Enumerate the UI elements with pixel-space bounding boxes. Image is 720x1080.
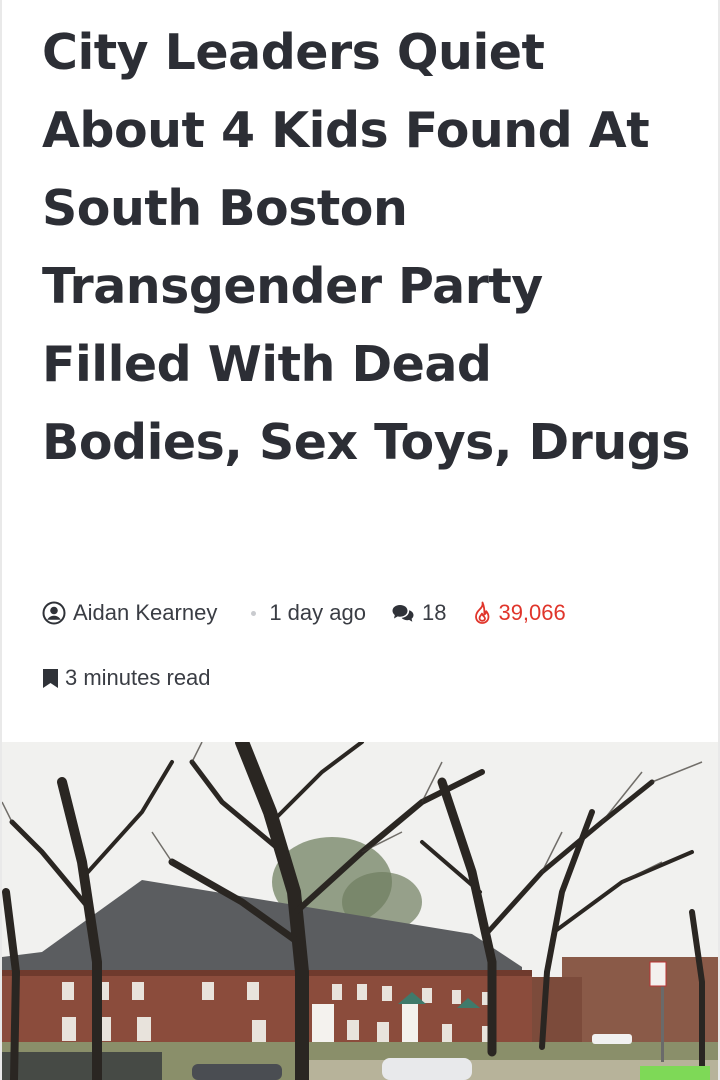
read-time: 3 minutes read (42, 662, 211, 694)
article-title: City Leaders Quiet About 4 Kids Found At… (42, 24, 690, 471)
comments-link[interactable]: 18 (391, 600, 446, 626)
article-page: City Leaders Quiet About 4 Kids Found At… (0, 0, 720, 1080)
post-date: 1 day ago (269, 600, 366, 625)
view-count: 39,066 (472, 600, 566, 626)
user-circle-icon (42, 601, 66, 625)
author-link[interactable]: Aidan Kearney (42, 600, 217, 626)
fire-icon (475, 601, 490, 624)
comments-icon (392, 605, 414, 622)
read-time-label: 3 minutes read (65, 665, 211, 690)
hero-photo[interactable] (2, 742, 718, 1080)
author-name: Aidan Kearney (73, 600, 218, 625)
comment-count: 18 (421, 600, 447, 625)
view-count-value: 39,066 (498, 600, 566, 625)
bookmark-icon (43, 668, 58, 688)
meta-separator (251, 610, 257, 616)
article-meta: Aidan Kearney 1 day ago 18 39,066 (42, 597, 566, 629)
